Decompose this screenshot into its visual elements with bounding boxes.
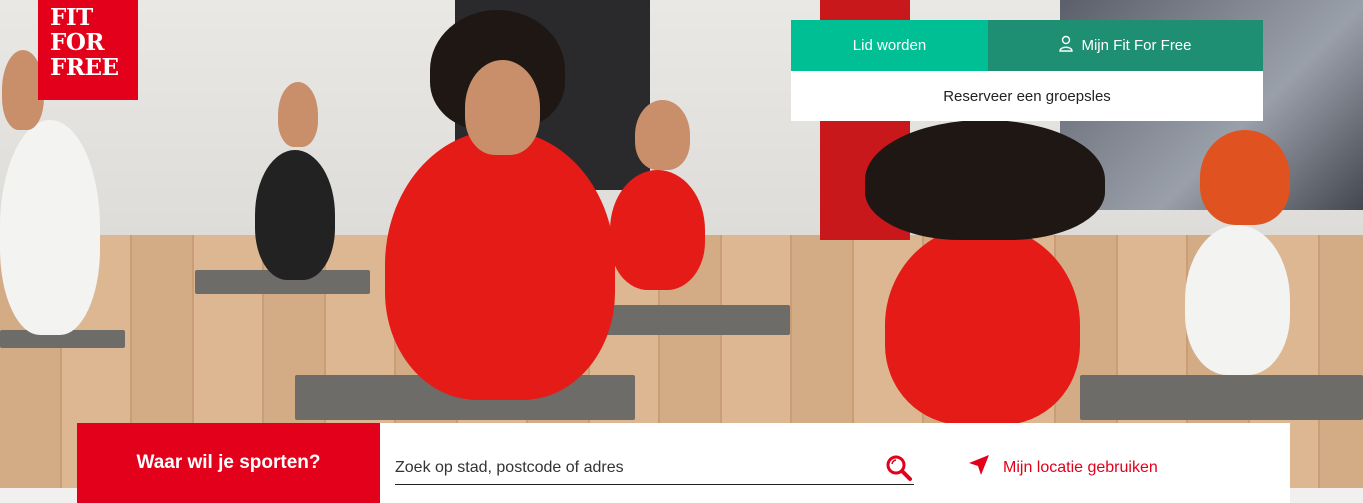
join-button-label: Lid worden xyxy=(852,37,927,54)
my-account-label: Mijn Fit For Free xyxy=(1081,37,1192,54)
hero-person xyxy=(255,150,335,280)
hero-person-head xyxy=(465,60,540,155)
hero-person xyxy=(610,170,705,290)
hero-person xyxy=(0,120,100,335)
search-heading-text: Waar wil je sporten? xyxy=(136,452,321,473)
reserve-class-button[interactable]: Reserveer een groepsles xyxy=(791,71,1263,121)
brand-logo[interactable]: FIT FOR FREE xyxy=(38,0,138,100)
my-account-button[interactable]: Mijn Fit For Free xyxy=(988,20,1263,71)
hero-person xyxy=(1185,225,1290,375)
join-button[interactable]: Lid worden xyxy=(791,20,988,71)
location-arrow-icon xyxy=(967,453,991,482)
search-heading: Waar wil je sporten? xyxy=(77,423,380,503)
hero-person xyxy=(885,225,1080,425)
hero-person-hair xyxy=(1200,130,1290,225)
hero-person-head xyxy=(635,100,690,170)
reserve-class-label: Reserveer een groepsles xyxy=(943,87,1111,105)
logo-line: FREE xyxy=(50,54,119,81)
top-nav-box: Lid worden Mijn Fit For Free Reserveer e… xyxy=(791,20,1263,121)
search-input[interactable] xyxy=(395,458,865,477)
user-icon xyxy=(1059,35,1074,56)
location-search-bar: Waar wil je sporten? Mijn locatie gebrui… xyxy=(77,423,1290,503)
search-field xyxy=(395,451,914,485)
logo-line: FOR xyxy=(50,29,104,56)
nav-row: Lid worden Mijn Fit For Free xyxy=(791,20,1263,71)
hero-mat xyxy=(1080,375,1363,420)
hero-person-head xyxy=(278,82,318,147)
hero-person xyxy=(385,130,615,400)
logo-line: FIT xyxy=(50,4,93,31)
use-location-button[interactable]: Mijn locatie gebruiken xyxy=(967,453,1158,482)
hero-person-hair xyxy=(865,120,1105,240)
use-location-label: Mijn locatie gebruiken xyxy=(1003,458,1158,476)
search-icon[interactable] xyxy=(884,453,914,483)
